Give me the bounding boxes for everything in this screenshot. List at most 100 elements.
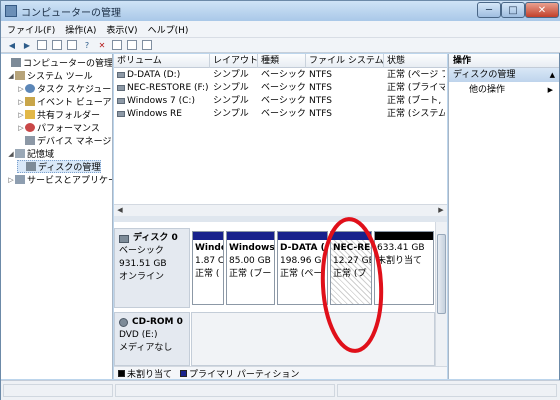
disk-type: ベーシック [119,246,164,256]
legend-label-unallocated: 未割り当て [127,369,173,380]
refresh-icon[interactable] [112,40,122,50]
volume-type: ベーシック [261,96,305,106]
partition-text: NEC-RE 12.27 GB 正常 (プ [331,240,371,283]
partition-nec-restore[interactable]: NEC-RE 12.27 GB 正常 (プ [330,231,372,305]
disk-size: 931.51 GB [119,259,167,269]
volume-icon [117,85,125,91]
menu-action[interactable]: 操作(A) [65,23,96,36]
cdrom-0-label[interactable]: CD-ROM 0 DVD (E:) メディアなし [114,312,190,366]
partition-windows-c[interactable]: Windows 85.00 GB I 正常 (ブー [226,231,275,305]
tree-expander[interactable]: ◢ [7,150,15,158]
disk-status: メディアなし [119,343,173,353]
toolbar: ◀ ▶ ? ✕ [1,37,560,53]
help-icon[interactable]: ? [82,40,92,50]
tree-item-label: コンピューターの管理 ( [23,59,113,69]
tree-item-label: 共有フォルダー [37,111,101,121]
tree-expander[interactable]: ▷ [17,124,25,132]
disk-type: DVD (E:) [119,330,158,340]
tree-expander[interactable]: ▷ [17,98,25,106]
menu-file[interactable]: ファイル(F) [7,23,55,36]
actions-pane: 操作 ディスクの管理 ▲ 他の操作 ▶ [448,54,559,379]
tree-item-device-manager[interactable]: デバイス マネージ [17,134,111,147]
tree-item-label: イベント ビューア [37,98,112,108]
status-segment [115,384,335,397]
action-more-actions[interactable]: 他の操作 ▶ [449,84,559,97]
tree-expander[interactable]: ▷ [17,111,25,119]
tree-item-label: タスク スケジュー [37,85,112,95]
table-row[interactable]: Windows RE シンプル ベーシック NTFS 正常 (システム, [114,108,447,121]
tree-item-services-apps[interactable]: ▷ サービスとアプリケー [7,173,113,186]
settings-icon[interactable] [142,40,152,50]
table-row[interactable]: D-DATA (D:) シンプル ベーシック NTFS 正常 (ページ フ [114,69,447,82]
partition-d-data[interactable]: D-DATA ( 198.96 G 正常 (ペー [277,231,328,305]
properties-icon[interactable] [67,40,77,50]
partition-size: 198.96 G [280,256,322,266]
tree-item-label: 記憶域 [27,150,55,160]
volume-type: ベーシック [261,70,305,80]
tree-item-shared-folders[interactable]: ▷ 共有フォルダー [17,108,100,121]
volume-filesystem: NTFS [309,96,332,106]
partition-unallocated[interactable]: 633.41 GB 未割り当て [374,231,434,305]
vertical-scrollbar[interactable] [435,222,447,366]
status-segment [3,384,113,397]
minimize-button[interactable]: ─ [477,2,501,18]
disk-name: CD-ROM 0 [132,317,183,327]
volume-name: D-DATA (D:) [127,70,181,80]
actions-section-disk-management[interactable]: ディスクの管理 ▲ [449,68,559,82]
computer-management-window: コンピューターの管理 ─ □ ✕ ファイル(F) 操作(A) 表示(V) ヘルプ… [0,0,560,400]
scroll-thumb[interactable] [437,234,446,314]
partition-windows-re[interactable]: Windo 1.87 C 正常 ( [192,231,224,305]
close-button[interactable]: ✕ [525,2,559,18]
tree-item-label: サービスとアプリケー [27,176,113,186]
device-manager-icon [25,136,35,145]
menu-view[interactable]: 表示(V) [106,23,137,36]
maximize-button[interactable]: □ [501,2,525,18]
column-header-filesystem[interactable]: ファイル システム [306,54,384,68]
actions-section-label: ディスクの管理 [453,70,516,80]
export-icon[interactable] [127,40,137,50]
table-row[interactable]: Windows 7 (C:) シンプル ベーシック NTFS 正常 (ブート, … [114,95,447,108]
scroll-left-icon[interactable]: ◀ [114,205,126,216]
delete-icon[interactable]: ✕ [97,40,107,50]
column-header-type[interactable]: 種類 [258,54,306,68]
tree-item-disk-management[interactable]: ディスクの管理 [17,160,102,173]
forward-arrow-icon[interactable]: ▶ [22,40,32,50]
tree-item-performance[interactable]: ▷ パフォーマンス [17,121,100,134]
volume-icon [117,111,125,117]
computer-management-icon [11,58,21,67]
tree-item-system-tools[interactable]: ◢ システム ツール [7,69,93,82]
column-header-layout[interactable]: レイアウト [210,54,258,68]
tree-item-computer-management[interactable]: コンピューターの管理 ( [3,56,113,69]
cdrom-media-area[interactable] [191,312,435,366]
menu-help[interactable]: ヘルプ(H) [148,23,189,36]
collapse-up-icon[interactable]: ▲ [550,68,555,82]
scroll-right-icon[interactable]: ▶ [435,205,447,216]
column-header-volume[interactable]: ボリューム [114,54,210,68]
horizontal-scrollbar[interactable]: ◀ ▶ [114,204,447,216]
volume-status: 正常 (ブート, ク [387,96,445,106]
tree-item-task-scheduler[interactable]: ▷ タスク スケジュー [17,82,111,95]
action-label: 他の操作 [469,85,506,95]
console-tree-icon[interactable] [52,40,62,50]
up-folder-icon[interactable] [37,40,47,50]
disk-0-label[interactable]: ディスク 0 ベーシック 931.51 GB オンライン [114,228,190,308]
tree-expander[interactable]: ▷ [17,85,25,93]
disk-icon [119,234,129,243]
column-header-status[interactable]: 状態 [384,54,447,68]
tree-expander[interactable]: ◢ [7,72,15,80]
window-title: コンピューターの管理 [21,7,121,19]
tree-item-event-viewer[interactable]: ▷ イベント ビューア [17,95,112,108]
volume-status: 正常 (システム, [387,109,445,119]
tree-item-label: デバイス マネージ [37,137,112,147]
partition-status: 正常 (プ [333,269,367,279]
partition-name: Windows [229,243,274,253]
partition-name: NEC-RE [333,243,371,253]
tree-item-storage[interactable]: ◢ 記憶域 [7,147,54,160]
tree-expander[interactable]: ▷ [7,176,15,184]
partition-size: 633.41 GB [377,243,425,253]
back-arrow-icon[interactable]: ◀ [7,40,17,50]
disk-management-icon [26,162,36,171]
shared-folder-icon [25,110,35,119]
partition-size: 12.27 GB [333,256,371,266]
table-row[interactable]: NEC-RESTORE (F:) シンプル ベーシック NTFS 正常 (プライ… [114,82,447,95]
